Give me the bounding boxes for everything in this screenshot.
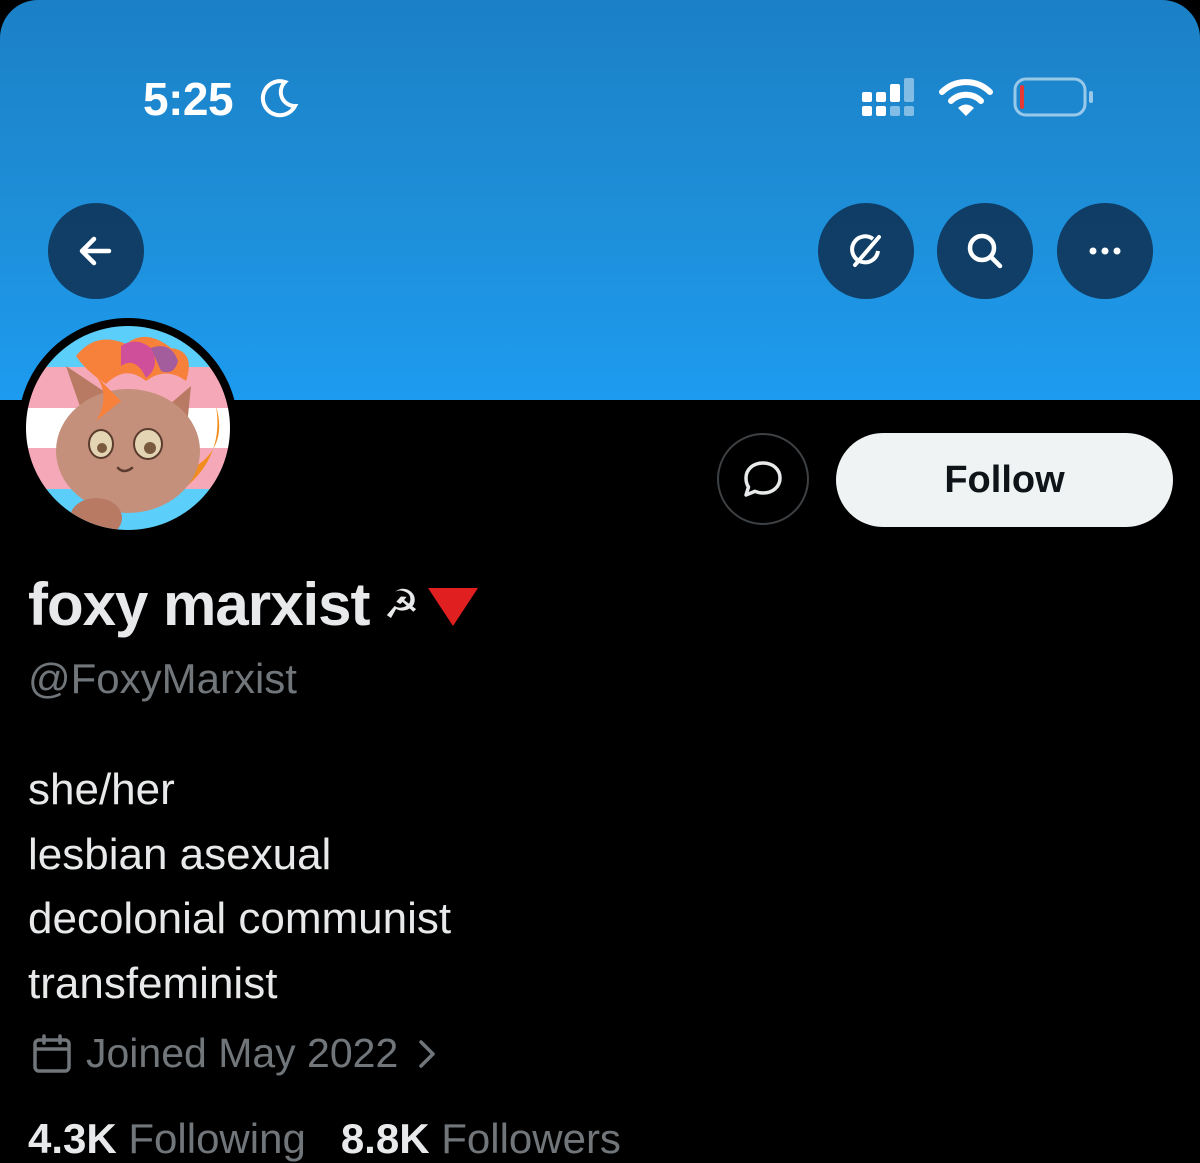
chevron-right-icon	[419, 1039, 436, 1068]
bio-line: transfeminist	[28, 958, 278, 1008]
bio-line: she/her	[28, 765, 175, 814]
following-label: Following	[128, 1115, 306, 1162]
user-handle: @FoxyMarxist	[28, 655, 297, 702]
followers-link[interactable]: 8.8K Followers	[341, 1115, 621, 1162]
followers-label: Followers	[441, 1115, 621, 1162]
hammer-sickle-emoji: ☭	[383, 581, 420, 628]
bio-line: decolonial communist	[28, 894, 452, 943]
avatar[interactable]	[18, 318, 238, 538]
calendar-icon	[33, 1033, 71, 1073]
back-button[interactable]	[48, 203, 144, 299]
signal-icon	[862, 78, 914, 116]
arrow-left-icon	[79, 236, 112, 266]
following-link[interactable]: 4.3K Following	[28, 1115, 306, 1162]
bio: she/her lesbian asexual decolonial commu…	[28, 758, 451, 1016]
followers-count: 8.8K	[340, 1115, 430, 1162]
display-name-text: foxy marxist	[28, 571, 370, 638]
search-icon	[967, 233, 1003, 269]
following-count: 4.3K	[28, 1115, 117, 1162]
wifi-icon	[939, 79, 993, 116]
status-time: 5:25	[143, 73, 234, 125]
grok-icon	[850, 234, 881, 267]
joined-text: Joined May 2022	[86, 1030, 399, 1076]
follow-button[interactable]: Follow	[836, 433, 1173, 527]
follow-stats: 4.3K Following 8.8K Followers	[28, 1115, 621, 1163]
red-triangle-icon	[428, 587, 479, 626]
display-name: foxy marxist ☭	[28, 570, 479, 639]
name-emojis: ☭	[384, 582, 479, 628]
avatar-image	[26, 326, 230, 530]
more-button[interactable]	[1057, 203, 1153, 299]
joined-date[interactable]: Joined May 2022	[30, 1030, 442, 1077]
grok-button[interactable]	[818, 203, 914, 299]
more-icon	[1089, 247, 1121, 255]
message-button[interactable]	[717, 433, 809, 525]
bio-line: lesbian asexual	[28, 829, 332, 879]
message-icon	[744, 461, 782, 497]
battery-icon	[1013, 77, 1093, 117]
search-button[interactable]	[937, 203, 1033, 299]
moon-icon	[260, 79, 299, 118]
